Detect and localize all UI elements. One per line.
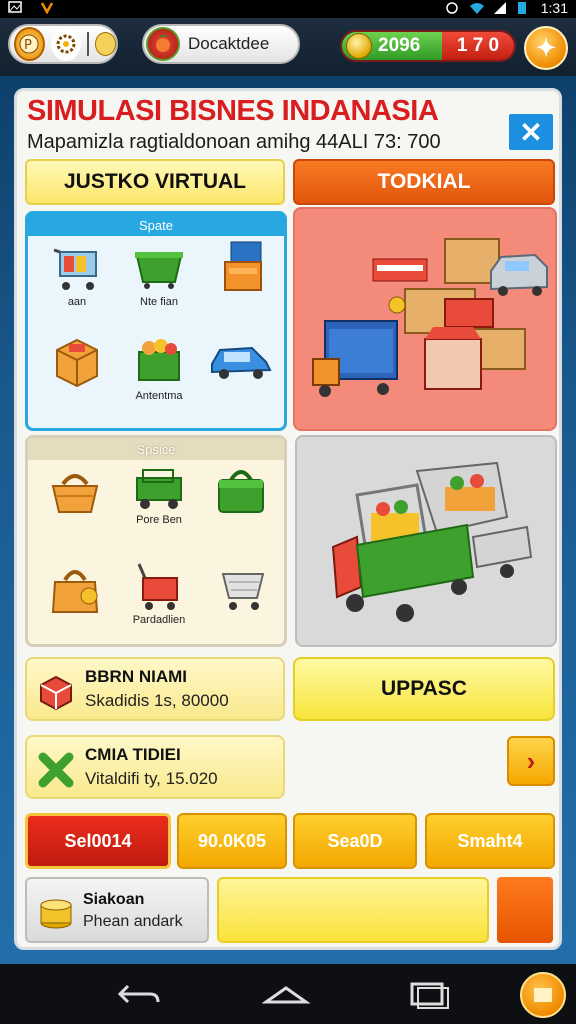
stat-title: BBRN NIAMI — [85, 667, 187, 686]
grid-item-label: Pardadlien — [132, 614, 186, 626]
currency-bar[interactable]: 2096 1 7 0 — [340, 30, 516, 62]
segment-button-4[interactable]: Smaht4 — [425, 813, 555, 869]
red-box-icon — [40, 675, 72, 711]
green-bag-icon — [218, 470, 264, 513]
shopping-cart-icon — [53, 248, 97, 290]
red-cart-icon — [137, 563, 178, 610]
close-icon: ✕ — [519, 116, 543, 148]
grid-item-box[interactable] — [42, 330, 112, 390]
top-bar: P Docaktdee 2096 1 7 0 ✦ — [0, 18, 576, 76]
stat-value: Vitaldifi ty, 15.020 — [85, 769, 218, 788]
recents-icon[interactable] — [404, 978, 452, 1010]
orange-bag-icon — [51, 570, 99, 613]
green-truck-icon — [136, 469, 182, 509]
sync-icon — [445, 1, 459, 15]
next-button[interactable]: › — [507, 736, 555, 786]
supplies-grid-card: Spsice Pore Ben Pardadlien — [25, 435, 287, 647]
grid-item-bin[interactable]: Nte fian — [124, 242, 194, 308]
stat-card-visitors[interactable]: CMIA TIDIEI Vitaldifi ty, 15.020 — [25, 735, 285, 799]
coin-value: 2096 — [378, 35, 421, 56]
status-bar: 1:31 — [0, 0, 576, 18]
star-icon: ✦ — [535, 34, 557, 62]
coin-icon — [94, 32, 116, 56]
coin-counter: 2096 — [342, 32, 442, 60]
gallery-icon — [8, 0, 22, 14]
savings-title: Siakoan — [83, 891, 145, 908]
grid-item-label: Antentma — [135, 390, 183, 402]
tab-virtual-store[interactable]: JUSTKO VIRTUAL — [25, 159, 285, 205]
savings-card[interactable]: Siakoan Phean andark — [25, 877, 209, 943]
app-notification-icon — [40, 0, 54, 15]
blue-car-icon — [211, 346, 272, 379]
grid-item-green-bag[interactable] — [206, 462, 276, 518]
profile-pill[interactable]: P — [8, 24, 118, 64]
orange-stand-icon — [224, 241, 262, 291]
green-bin-icon — [135, 252, 183, 289]
battery-icon — [517, 1, 531, 15]
card-header: Spsice — [28, 438, 284, 460]
upgrade-button[interactable]: UPPASC — [293, 657, 555, 721]
produce-crate-icon — [138, 339, 180, 381]
trolley-truck-scene-icon — [331, 461, 533, 622]
chevron-right-icon: › — [526, 745, 536, 776]
action-button[interactable] — [497, 877, 553, 943]
tab-toko[interactable]: TODKIAL — [293, 159, 555, 205]
warehouse-scene-icon — [312, 238, 548, 397]
back-icon[interactable] — [114, 978, 162, 1010]
card-header: Spate — [28, 214, 284, 236]
coin-icon — [346, 33, 372, 59]
page-subtitle: Mapamizla ragtialdonoan amihg 44ALI 73: … — [27, 131, 441, 153]
savings-subtitle: Phean andark — [83, 913, 183, 930]
avatar[interactable]: P — [14, 27, 45, 61]
svg-text:P: P — [24, 38, 32, 53]
grid-item-orange-bag[interactable] — [40, 560, 110, 620]
grid-item-label: Nte fian — [140, 296, 178, 308]
clock: 1:31 — [540, 0, 568, 16]
grid-item-stand[interactable] — [208, 238, 278, 298]
search-label: Docaktdee — [188, 34, 270, 53]
green-x-icon — [38, 752, 74, 788]
grid-item-label: aan — [67, 296, 87, 308]
segment-button-2[interactable]: 90.0K05 — [177, 813, 287, 869]
grid-item-truck[interactable]: Pore Ben — [124, 464, 194, 526]
grey-cart-icon — [221, 573, 265, 610]
orange-box-icon — [56, 338, 98, 388]
grid-item-grey-cart[interactable] — [208, 560, 278, 616]
home-icon[interactable] — [262, 978, 310, 1010]
grid-item-cart[interactable]: aan — [42, 242, 112, 308]
stat-title: CMIA TIDIEI — [85, 745, 181, 764]
grid-item-car[interactable] — [206, 336, 276, 382]
grid-item-basket[interactable] — [40, 464, 110, 520]
progress-bar-area[interactable] — [217, 877, 489, 943]
stat-card-inventory[interactable]: BBRN NIAMI Skadidis 1s, 80000 — [25, 657, 285, 721]
grid-item-red-cart[interactable]: Pardadlien — [124, 558, 194, 626]
segment-button-1[interactable]: Sel0014 — [25, 813, 171, 869]
orange-basket-icon — [51, 474, 99, 513]
grid-item-label: Pore Ben — [136, 514, 182, 526]
star-button[interactable]: ✦ — [524, 26, 568, 70]
signal-icon — [493, 1, 507, 15]
close-button[interactable]: ✕ — [509, 114, 553, 150]
item-grid-card: Spate aan Nte fian Antentma — [25, 211, 287, 431]
fruit-basket-icon — [146, 27, 180, 61]
gem-counter: 1 7 0 — [442, 32, 514, 60]
floating-action-button[interactable] — [520, 972, 566, 1018]
folder-icon — [534, 988, 552, 1002]
coin-stack-icon — [40, 899, 72, 929]
page-title: SIMULASI BISNES INDANASIA — [27, 95, 439, 127]
trolley-illustration[interactable] — [295, 435, 557, 647]
divider — [86, 32, 89, 56]
segment-button-3[interactable]: Sea0D — [293, 813, 417, 869]
business-panel: SIMULASI BISNES INDANASIA Mapamizla ragt… — [14, 88, 562, 950]
grid-item-crate[interactable]: Antentma — [124, 330, 194, 402]
warehouse-illustration[interactable] — [293, 207, 557, 431]
settings-gear-icon[interactable] — [50, 27, 81, 61]
search-pill[interactable]: Docaktdee — [142, 24, 300, 64]
stat-value: Skadidis 1s, 80000 — [85, 691, 229, 710]
system-nav-bar — [0, 964, 576, 1024]
wifi-icon — [469, 1, 484, 15]
